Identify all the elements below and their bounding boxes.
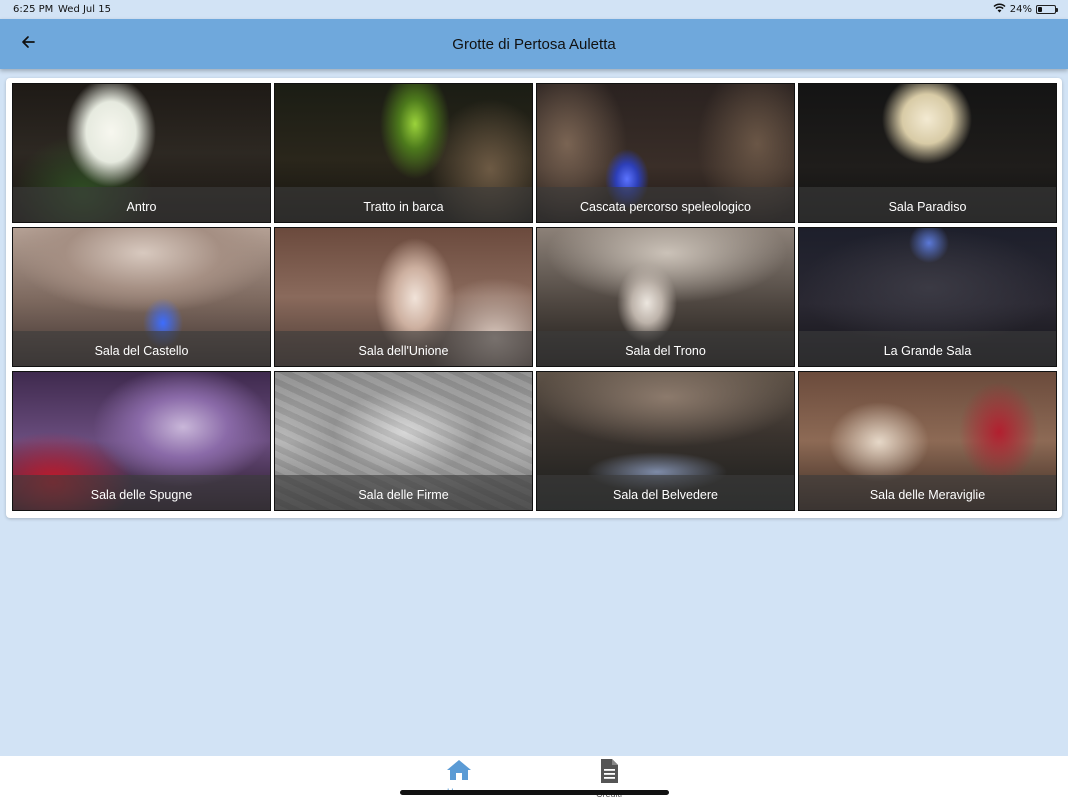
status-time: 6:25 PM <box>13 4 54 15</box>
gallery-grid: Antro Tratto in barca Cascata percorso s… <box>12 83 1057 511</box>
tile-caption: Sala delle Spugne <box>13 475 270 510</box>
page-title: Grotte di Pertosa Auletta <box>452 35 616 53</box>
gallery-tile-la-grande-sala[interactable]: La Grande Sala <box>798 227 1057 367</box>
gallery-tile-sala-del-trono[interactable]: Sala del Trono <box>536 227 795 367</box>
wifi-icon <box>993 3 1006 16</box>
home-indicator <box>400 790 669 795</box>
gallery-card: Antro Tratto in barca Cascata percorso s… <box>6 78 1062 518</box>
gallery-tile-tratto-in-barca[interactable]: Tratto in barca <box>274 83 533 223</box>
tile-caption: Sala delle Meraviglie <box>799 475 1056 510</box>
gallery-tile-cascata[interactable]: Cascata percorso speleologico <box>536 83 795 223</box>
tile-caption: Sala del Castello <box>13 331 270 366</box>
gallery-tile-sala-del-castello[interactable]: Sala del Castello <box>12 227 271 367</box>
tile-caption: Sala delle Firme <box>275 475 532 510</box>
document-icon <box>598 758 620 789</box>
gallery-tile-sala-dell-unione[interactable]: Sala dell'Unione <box>274 227 533 367</box>
battery-percent: 24% <box>1009 4 1032 15</box>
gallery-tile-sala-delle-spugne[interactable]: Sala delle Spugne <box>12 371 271 511</box>
gallery-tile-sala-delle-firme[interactable]: Sala delle Firme <box>274 371 533 511</box>
tile-caption: Antro <box>13 187 270 222</box>
home-icon <box>445 758 473 787</box>
gallery-tile-antro[interactable]: Antro <box>12 83 271 223</box>
tile-caption: Sala del Trono <box>537 331 794 366</box>
tile-caption: Sala del Belvedere <box>537 475 794 510</box>
status-right: 24% <box>993 3 1058 16</box>
gallery-tile-sala-del-belvedere[interactable]: Sala del Belvedere <box>536 371 795 511</box>
gallery-tile-sala-delle-meraviglie[interactable]: Sala delle Meraviglie <box>798 371 1057 511</box>
battery-icon <box>1036 5 1058 14</box>
tile-caption: La Grande Sala <box>799 331 1056 366</box>
back-button[interactable] <box>12 30 44 58</box>
status-bar: 6:25 PM Wed Jul 15 24% <box>0 0 1068 19</box>
status-date: Wed Jul 15 <box>58 4 111 15</box>
app-bar: Grotte di Pertosa Auletta <box>0 19 1068 69</box>
tile-caption: Sala dell'Unione <box>275 331 532 366</box>
tile-caption: Sala Paradiso <box>799 187 1056 222</box>
tile-caption: Tratto in barca <box>275 187 532 222</box>
arrow-back-icon <box>20 34 36 55</box>
tile-caption: Cascata percorso speleologico <box>537 187 794 222</box>
gallery-tile-sala-paradiso[interactable]: Sala Paradiso <box>798 83 1057 223</box>
